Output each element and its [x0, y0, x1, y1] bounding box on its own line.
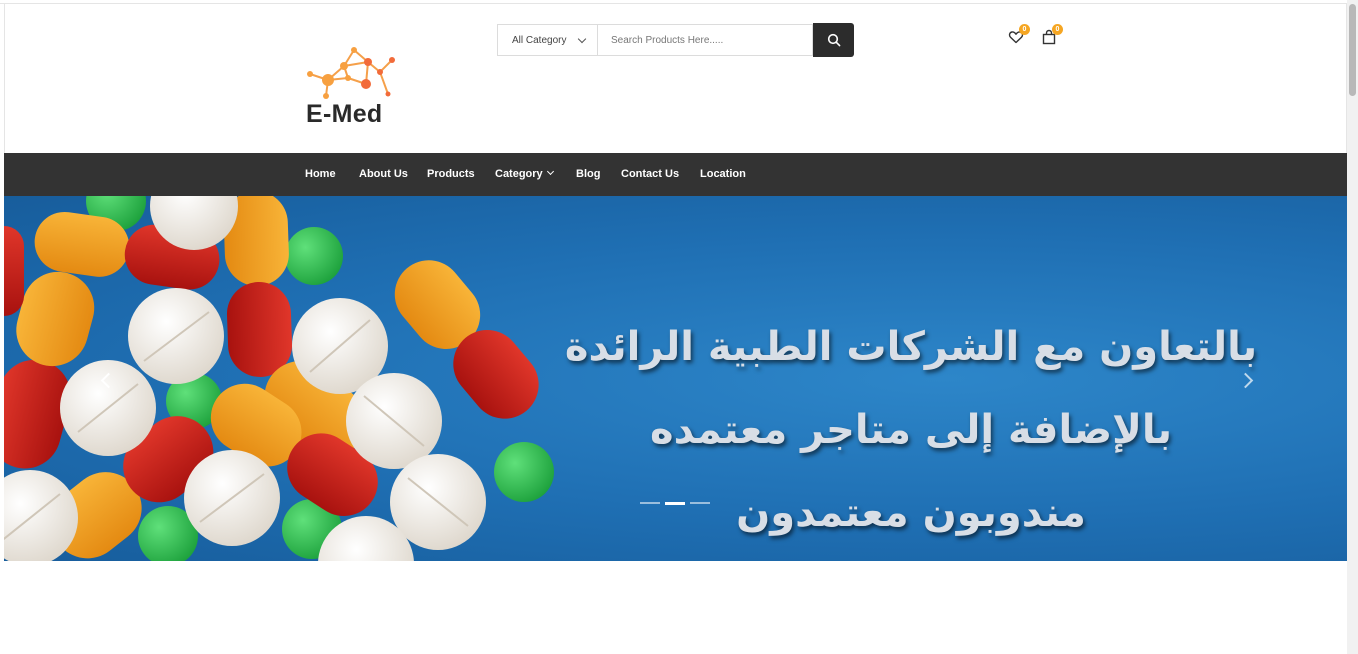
- page-scrollbar[interactable]: [1347, 0, 1358, 654]
- slider-dot[interactable]: [690, 502, 710, 504]
- hero-caption: بالتعاون مع الشركات الطبية الرائدة بالإض…: [561, 306, 1261, 555]
- scrollbar-thumb[interactable]: [1349, 4, 1356, 96]
- cart-count-badge: 0: [1052, 24, 1063, 35]
- header-left-border: [4, 3, 5, 153]
- slider-dot-active[interactable]: [665, 501, 685, 505]
- chevron-down-icon: [546, 167, 554, 176]
- nav-item-home[interactable]: Home: [305, 168, 336, 180]
- nav-item-category-label: Category: [495, 168, 543, 180]
- category-select-value: All Category: [512, 34, 567, 46]
- hero-caption-line: مندوبون معتمدون: [736, 490, 1086, 536]
- nav-item-location[interactable]: Location: [700, 168, 746, 180]
- header-top-border: [0, 3, 1347, 4]
- category-select[interactable]: All Category: [497, 24, 597, 56]
- hero-caption-line: بالإضافة إلى متاجر معتمده: [650, 407, 1172, 453]
- hero-caption-line: بالتعاون مع الشركات الطبية الرائدة: [564, 324, 1258, 370]
- cart-button[interactable]: 0: [1041, 24, 1063, 47]
- search-bar: All Category: [497, 23, 854, 58]
- brand-name: E-Med: [306, 100, 383, 128]
- nav-item-category[interactable]: Category: [495, 167, 554, 180]
- pills-hero-image: [4, 196, 554, 561]
- slider-dot[interactable]: [640, 502, 660, 504]
- hero-slider: بالتعاون مع الشركات الطبية الرائدة بالإض…: [4, 196, 1347, 561]
- nav-item-blog[interactable]: Blog: [576, 168, 600, 180]
- brand-logo[interactable]: E-Med: [304, 44, 400, 128]
- main-navigation: Home About Us Products Category Blog Con…: [4, 153, 1347, 196]
- search-button[interactable]: [813, 23, 854, 57]
- slider-pagination: [640, 501, 710, 505]
- nav-item-contact-us[interactable]: Contact Us: [621, 168, 679, 180]
- wishlist-button[interactable]: 0: [1008, 24, 1030, 47]
- chevron-down-icon: [577, 34, 587, 44]
- nav-item-about-us[interactable]: About Us: [359, 168, 408, 180]
- molecule-logo-icon: [307, 47, 395, 99]
- nav-item-products[interactable]: Products: [427, 168, 475, 180]
- wishlist-count-badge: 0: [1019, 24, 1030, 35]
- search-input[interactable]: [597, 24, 813, 56]
- search-icon: [827, 33, 840, 47]
